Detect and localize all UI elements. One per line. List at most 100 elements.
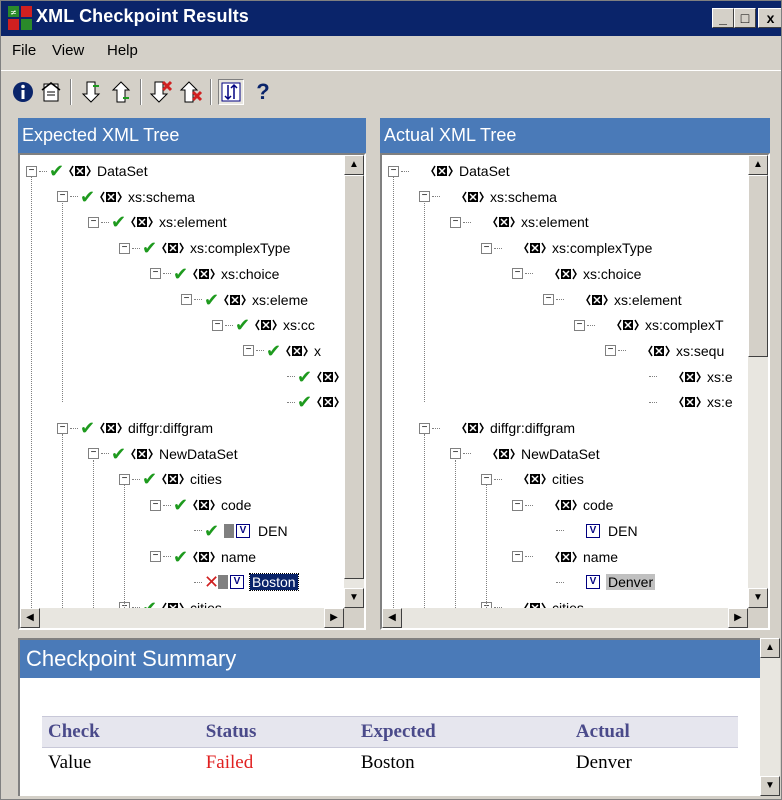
tree-node[interactable]: ✔ <box>274 364 343 390</box>
collapse-toggle[interactable]: − <box>119 473 130 485</box>
tree-node[interactable]: − diffgr:diffgram <box>419 415 577 441</box>
maximize-button[interactable]: □ <box>734 8 756 28</box>
tree-node[interactable]: − ✔ name <box>150 544 258 570</box>
tree-node[interactable]: xs:e <box>636 389 735 415</box>
scroll-right-button[interactable]: ▶ <box>324 608 344 628</box>
collapse-toggle[interactable]: − <box>150 499 161 511</box>
tree-node[interactable]: − NewDataSet <box>450 441 602 467</box>
tree-node[interactable]: − ✔ NewDataSet <box>88 441 240 467</box>
collapse-toggle[interactable]: − <box>512 551 523 562</box>
scroll-right-button[interactable]: ▶ <box>728 608 748 628</box>
scroll-up-button[interactable]: ▲ <box>760 638 780 658</box>
sync-scroll-button[interactable] <box>218 79 244 105</box>
previous-difference-button[interactable] <box>108 79 134 105</box>
tree-node[interactable]: − ✔ DataSet <box>26 158 150 184</box>
help-button[interactable]: ? <box>250 79 276 105</box>
scroll-left-button[interactable]: ◀ <box>20 608 40 628</box>
menu-view[interactable]: View <box>52 42 84 59</box>
tree-node[interactable]: xs:e <box>636 364 735 390</box>
tree-node[interactable]: − ✔ xs:schema <box>57 184 197 210</box>
info-button[interactable] <box>10 79 36 105</box>
collapse-toggle[interactable]: − <box>481 242 492 254</box>
tree-node[interactable]: − cities <box>481 595 586 608</box>
collapse-toggle[interactable]: − <box>512 499 523 511</box>
collapse-toggle[interactable]: − <box>388 165 399 177</box>
tree-node[interactable]: − ✔ code <box>150 492 253 518</box>
collapse-toggle[interactable]: − <box>57 422 68 434</box>
collapse-toggle[interactable]: − <box>88 448 99 460</box>
tree-node[interactable]: − ✔ xs:element <box>88 209 229 235</box>
next-difference-button[interactable] <box>78 79 104 105</box>
collapse-toggle[interactable]: − <box>88 216 99 228</box>
scroll-down-button[interactable]: ▼ <box>760 776 780 796</box>
pane-splitter[interactable] <box>366 118 380 630</box>
tree-node[interactable]: − ✔ xs:cc <box>212 312 317 338</box>
scroll-left-button[interactable]: ◀ <box>382 608 402 628</box>
scroll-up-button[interactable]: ▲ <box>344 155 364 175</box>
collapse-toggle[interactable]: − <box>419 191 430 203</box>
tree-node[interactable]: ✔ <box>274 389 343 415</box>
tree-node[interactable]: − xs:complexType <box>481 235 654 261</box>
tree-node[interactable]: − xs:complexT <box>574 312 726 338</box>
scroll-down-button[interactable]: ▼ <box>344 588 364 608</box>
actual-tree[interactable]: − DataSet − xs:schema − xs:element − xs:complex… <box>382 155 748 608</box>
menu-file[interactable]: File <box>12 42 36 59</box>
tree-node[interactable]: − ✔ x <box>243 338 323 364</box>
summary-vertical-scrollbar[interactable]: ▲ ▼ <box>760 638 780 796</box>
tree-node[interactable]: − ✔ xs:choice <box>150 261 281 287</box>
collapse-toggle[interactable]: − <box>212 319 223 331</box>
tree-node[interactable]: − xs:element <box>543 287 684 313</box>
tree-node[interactable]: − cities <box>481 466 586 492</box>
collapse-toggle[interactable]: − <box>181 294 192 305</box>
collapse-toggle[interactable]: − <box>574 319 585 331</box>
collapse-toggle[interactable]: − <box>26 165 37 177</box>
close-button[interactable]: x <box>758 8 782 28</box>
minimize-button[interactable]: _ <box>712 8 734 28</box>
tree-node[interactable]: − xs:choice <box>512 261 643 287</box>
next-failure-button[interactable] <box>148 79 174 105</box>
expected-vertical-scrollbar[interactable]: ▲ ▼ <box>344 155 364 608</box>
tree-node[interactable]: − ✔ xs:complexType <box>119 235 292 261</box>
tree-node[interactable]: ✔ V DEN <box>181 518 290 544</box>
actual-vertical-scrollbar[interactable]: ▲ ▼ <box>748 155 768 608</box>
expected-tree[interactable]: − ✔ DataSet − ✔ xs:schema − ✔ xs:element − ✔ xs:com… <box>20 155 344 608</box>
tree-node[interactable]: − code <box>512 492 615 518</box>
collapse-toggle[interactable]: − <box>150 268 161 280</box>
tree-node[interactable]: − xs:element <box>450 209 591 235</box>
tree-node[interactable]: − DataSet <box>388 158 512 184</box>
actual-horizontal-scrollbar[interactable]: ◀ ▶ <box>382 608 748 628</box>
previous-failure-button[interactable] <box>178 79 204 105</box>
tree-node[interactable]: V DEN <box>543 518 640 544</box>
scroll-down-button[interactable]: ▼ <box>748 588 768 608</box>
tree-node[interactable]: − name <box>512 544 620 570</box>
tree-node[interactable]: − ✔ diffgr:diffgram <box>57 415 215 441</box>
title-bar[interactable]: ≠ XML Checkpoint Results _ □ x <box>0 0 782 36</box>
scroll-thumb[interactable] <box>748 175 768 357</box>
tree-node[interactable]: − ✔ cities <box>119 466 224 492</box>
tree-node[interactable]: − xs:schema <box>419 184 559 210</box>
tree-node[interactable]: − xs:sequ <box>605 338 726 364</box>
collapse-toggle[interactable]: − <box>605 345 616 357</box>
tree-node[interactable]: − ✔ xs:eleme <box>181 287 310 313</box>
xml-element-icon <box>100 191 122 203</box>
scroll-up-button[interactable]: ▲ <box>748 155 768 175</box>
collapse-toggle[interactable]: − <box>512 268 523 280</box>
expected-horizontal-scrollbar[interactable]: ◀ ▶ <box>20 608 344 628</box>
menu-help[interactable]: Help <box>107 42 138 59</box>
properties-button[interactable] <box>38 79 64 105</box>
expected-tree-view[interactable]: − ✔ DataSet − ✔ xs:schema − ✔ xs:element − ✔ xs:com… <box>18 153 366 630</box>
tree-node[interactable]: V Denver <box>543 569 656 595</box>
tree-node[interactable]: ✕ V Boston <box>181 569 299 595</box>
tree-node[interactable]: − ✔ cities <box>119 595 224 608</box>
collapse-toggle[interactable]: − <box>150 551 161 562</box>
collapse-toggle[interactable]: − <box>419 422 430 434</box>
actual-tree-view[interactable]: − DataSet − xs:schema − xs:element − xs:complex… <box>380 153 770 630</box>
collapse-toggle[interactable]: − <box>243 345 254 357</box>
collapse-toggle[interactable]: − <box>119 242 130 254</box>
collapse-toggle[interactable]: − <box>543 294 554 305</box>
collapse-toggle[interactable]: − <box>450 448 461 460</box>
scroll-thumb[interactable] <box>344 175 364 579</box>
collapse-toggle[interactable]: − <box>57 191 68 203</box>
collapse-toggle[interactable]: − <box>481 473 492 485</box>
collapse-toggle[interactable]: − <box>450 216 461 228</box>
